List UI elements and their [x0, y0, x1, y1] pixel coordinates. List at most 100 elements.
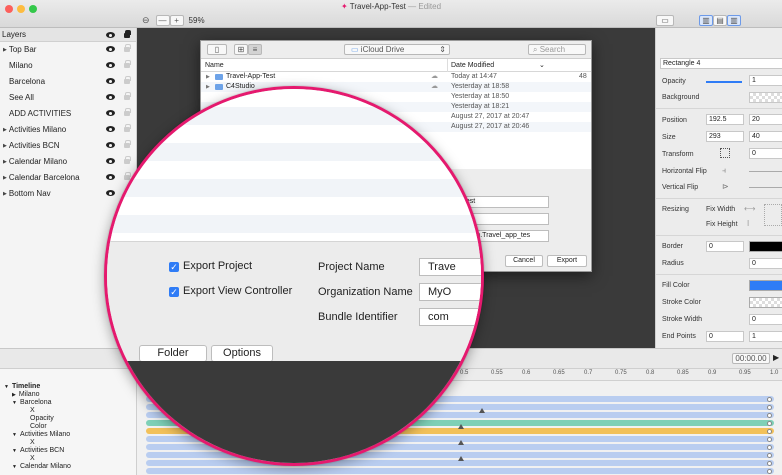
- fill-color-well[interactable]: [749, 280, 782, 291]
- keyframe[interactable]: [767, 396, 772, 402]
- disclosure-triangle-icon[interactable]: ▶: [12, 392, 16, 398]
- folder-icon: [215, 74, 223, 80]
- time-display[interactable]: 00:00.00: [732, 353, 770, 364]
- stroke-width-field[interactable]: 0: [749, 314, 782, 325]
- animation-track[interactable]: [146, 468, 774, 474]
- timeline-tree-item[interactable]: ▼ Barcelona: [12, 399, 51, 406]
- end-points-start-field[interactable]: 0: [706, 331, 744, 342]
- keyframe[interactable]: [767, 452, 772, 458]
- opacity-slider[interactable]: [706, 81, 742, 83]
- column-date-modified[interactable]: Date Modified: [447, 59, 494, 72]
- disclosure-triangle-icon[interactable]: ▼: [12, 464, 17, 470]
- disclosure-triangle-icon[interactable]: ▶: [206, 72, 210, 82]
- keyframe[interactable]: [767, 404, 772, 410]
- location-dropdown[interactable]: ▭ iCloud Drive ⇕: [344, 44, 450, 55]
- search-input[interactable]: ⌕ Search: [528, 44, 586, 55]
- cancel-button[interactable]: Cancel: [505, 255, 543, 267]
- export-button[interactable]: Export: [547, 255, 587, 267]
- keyframe[interactable]: [767, 420, 772, 426]
- keyframe[interactable]: [767, 444, 772, 450]
- new-folder-button[interactable]: Folder: [139, 345, 207, 362]
- zoom-in-button[interactable]: +: [169, 14, 184, 26]
- size-height-field[interactable]: 40: [749, 131, 782, 142]
- timeline-tree-item[interactable]: ▼ Activities BCN: [12, 447, 64, 454]
- options-button[interactable]: Options: [211, 345, 273, 362]
- disclosure-triangle-icon[interactable]: ▶: [3, 159, 7, 165]
- timeline-tree-item[interactable]: Opacity: [30, 415, 54, 422]
- keyframe[interactable]: [767, 412, 772, 418]
- size-width-field[interactable]: 293: [706, 131, 744, 142]
- timeline-tree-item[interactable]: ▼ Activities Milano: [12, 431, 70, 438]
- left-panel-toggle[interactable]: ▥: [699, 14, 713, 26]
- zoom-icon[interactable]: ⊖: [142, 15, 150, 26]
- comment-button[interactable]: ▭: [656, 14, 674, 26]
- fix-width-icon[interactable]: ⟷: [744, 204, 755, 213]
- disclosure-triangle-icon[interactable]: ▶: [3, 191, 7, 197]
- list-view-button[interactable]: ≡: [248, 44, 262, 55]
- timeline-tree-item[interactable]: ▼ Calendar Milano: [12, 463, 71, 470]
- layer-name-field[interactable]: Rectangle 4: [660, 58, 782, 69]
- keyframe[interactable]: [767, 436, 772, 442]
- timeline-tree-item[interactable]: ▼ Timeline: [4, 383, 40, 390]
- border-label: Border: [662, 243, 684, 250]
- horizontal-flip-slider[interactable]: [749, 171, 782, 172]
- eye-icon[interactable]: [106, 46, 115, 52]
- export-project-checkbox[interactable]: ✓: [169, 262, 179, 272]
- position-y-field[interactable]: 20: [749, 114, 782, 125]
- eye-icon[interactable]: [106, 32, 115, 38]
- horizontal-flip-icon[interactable]: ⫞: [722, 166, 726, 176]
- timeline-tree-item[interactable]: X: [30, 407, 35, 414]
- layer-row[interactable]: Barcelona: [0, 74, 136, 90]
- end-points-end-field[interactable]: 1: [749, 331, 782, 342]
- lock-icon[interactable]: [124, 76, 131, 84]
- anchor-point-icon[interactable]: [720, 148, 730, 158]
- layer-row[interactable]: Milano: [0, 58, 136, 74]
- keyframe[interactable]: [767, 460, 772, 466]
- disclosure-triangle-icon[interactable]: ▶: [3, 143, 7, 149]
- stroke-color-well[interactable]: [749, 297, 782, 308]
- timeline-tree-item[interactable]: X: [30, 455, 35, 462]
- eye-icon[interactable]: [106, 78, 115, 84]
- disclosure-triangle-icon[interactable]: ▼: [12, 400, 17, 406]
- sidebar-toggle-button[interactable]: ▯: [207, 44, 227, 55]
- disclosure-triangle-icon[interactable]: ▶: [3, 175, 7, 181]
- disclosure-triangle-icon[interactable]: ▶: [3, 47, 7, 53]
- bundle-identifier-input[interactable]: com: [419, 308, 481, 326]
- disclosure-triangle-icon[interactable]: ▼: [4, 384, 9, 390]
- disclosure-triangle-icon[interactable]: ▶: [3, 127, 7, 133]
- column-name[interactable]: Name: [205, 59, 224, 72]
- play-icon[interactable]: ▶: [773, 353, 779, 362]
- icon-view-button[interactable]: ⊞: [234, 44, 248, 55]
- layer-row[interactable]: ▶ Top Bar: [0, 42, 136, 58]
- right-panel-toggle[interactable]: ▥: [727, 14, 741, 26]
- lock-icon[interactable]: [124, 30, 131, 38]
- border-color-well[interactable]: [749, 241, 782, 252]
- organization-name-input[interactable]: MyO: [419, 283, 481, 301]
- lock-icon[interactable]: [124, 60, 131, 68]
- lock-icon[interactable]: [124, 44, 131, 52]
- bottom-panel-toggle[interactable]: ▤: [713, 14, 727, 26]
- folder-icon: ▭: [351, 45, 359, 54]
- keyframe[interactable]: [767, 468, 772, 474]
- disclosure-triangle-icon[interactable]: ▼: [12, 448, 17, 454]
- vertical-flip-slider[interactable]: [749, 187, 782, 188]
- transform-field[interactable]: 0: [749, 148, 782, 159]
- project-name-input[interactable]: Trave: [419, 258, 481, 276]
- fix-height-icon[interactable]: I: [747, 219, 749, 228]
- keyframe[interactable]: [767, 428, 772, 434]
- resizing-constraints-icon[interactable]: [764, 204, 782, 226]
- vertical-flip-icon[interactable]: ⊳: [722, 182, 729, 191]
- zoom-out-button[interactable]: —: [155, 14, 170, 26]
- timeline-tree-item[interactable]: ▶ Milano: [12, 391, 39, 398]
- position-x-field[interactable]: 192.5: [706, 114, 744, 125]
- radius-field[interactable]: 0: [749, 258, 782, 269]
- disclosure-triangle-icon[interactable]: ▼: [12, 432, 17, 438]
- background-color-well[interactable]: [749, 92, 782, 103]
- border-field[interactable]: 0: [706, 241, 744, 252]
- timeline-tree-item[interactable]: X: [30, 439, 35, 446]
- eye-icon[interactable]: [106, 62, 115, 68]
- export-view-controller-checkbox[interactable]: ✓: [169, 287, 179, 297]
- file-row[interactable]: ▶ Travel-App-Test Today at 14:47 48 ☁: [201, 72, 591, 82]
- opacity-field[interactable]: 1: [749, 75, 782, 86]
- timeline-tree-item[interactable]: Color: [30, 423, 47, 430]
